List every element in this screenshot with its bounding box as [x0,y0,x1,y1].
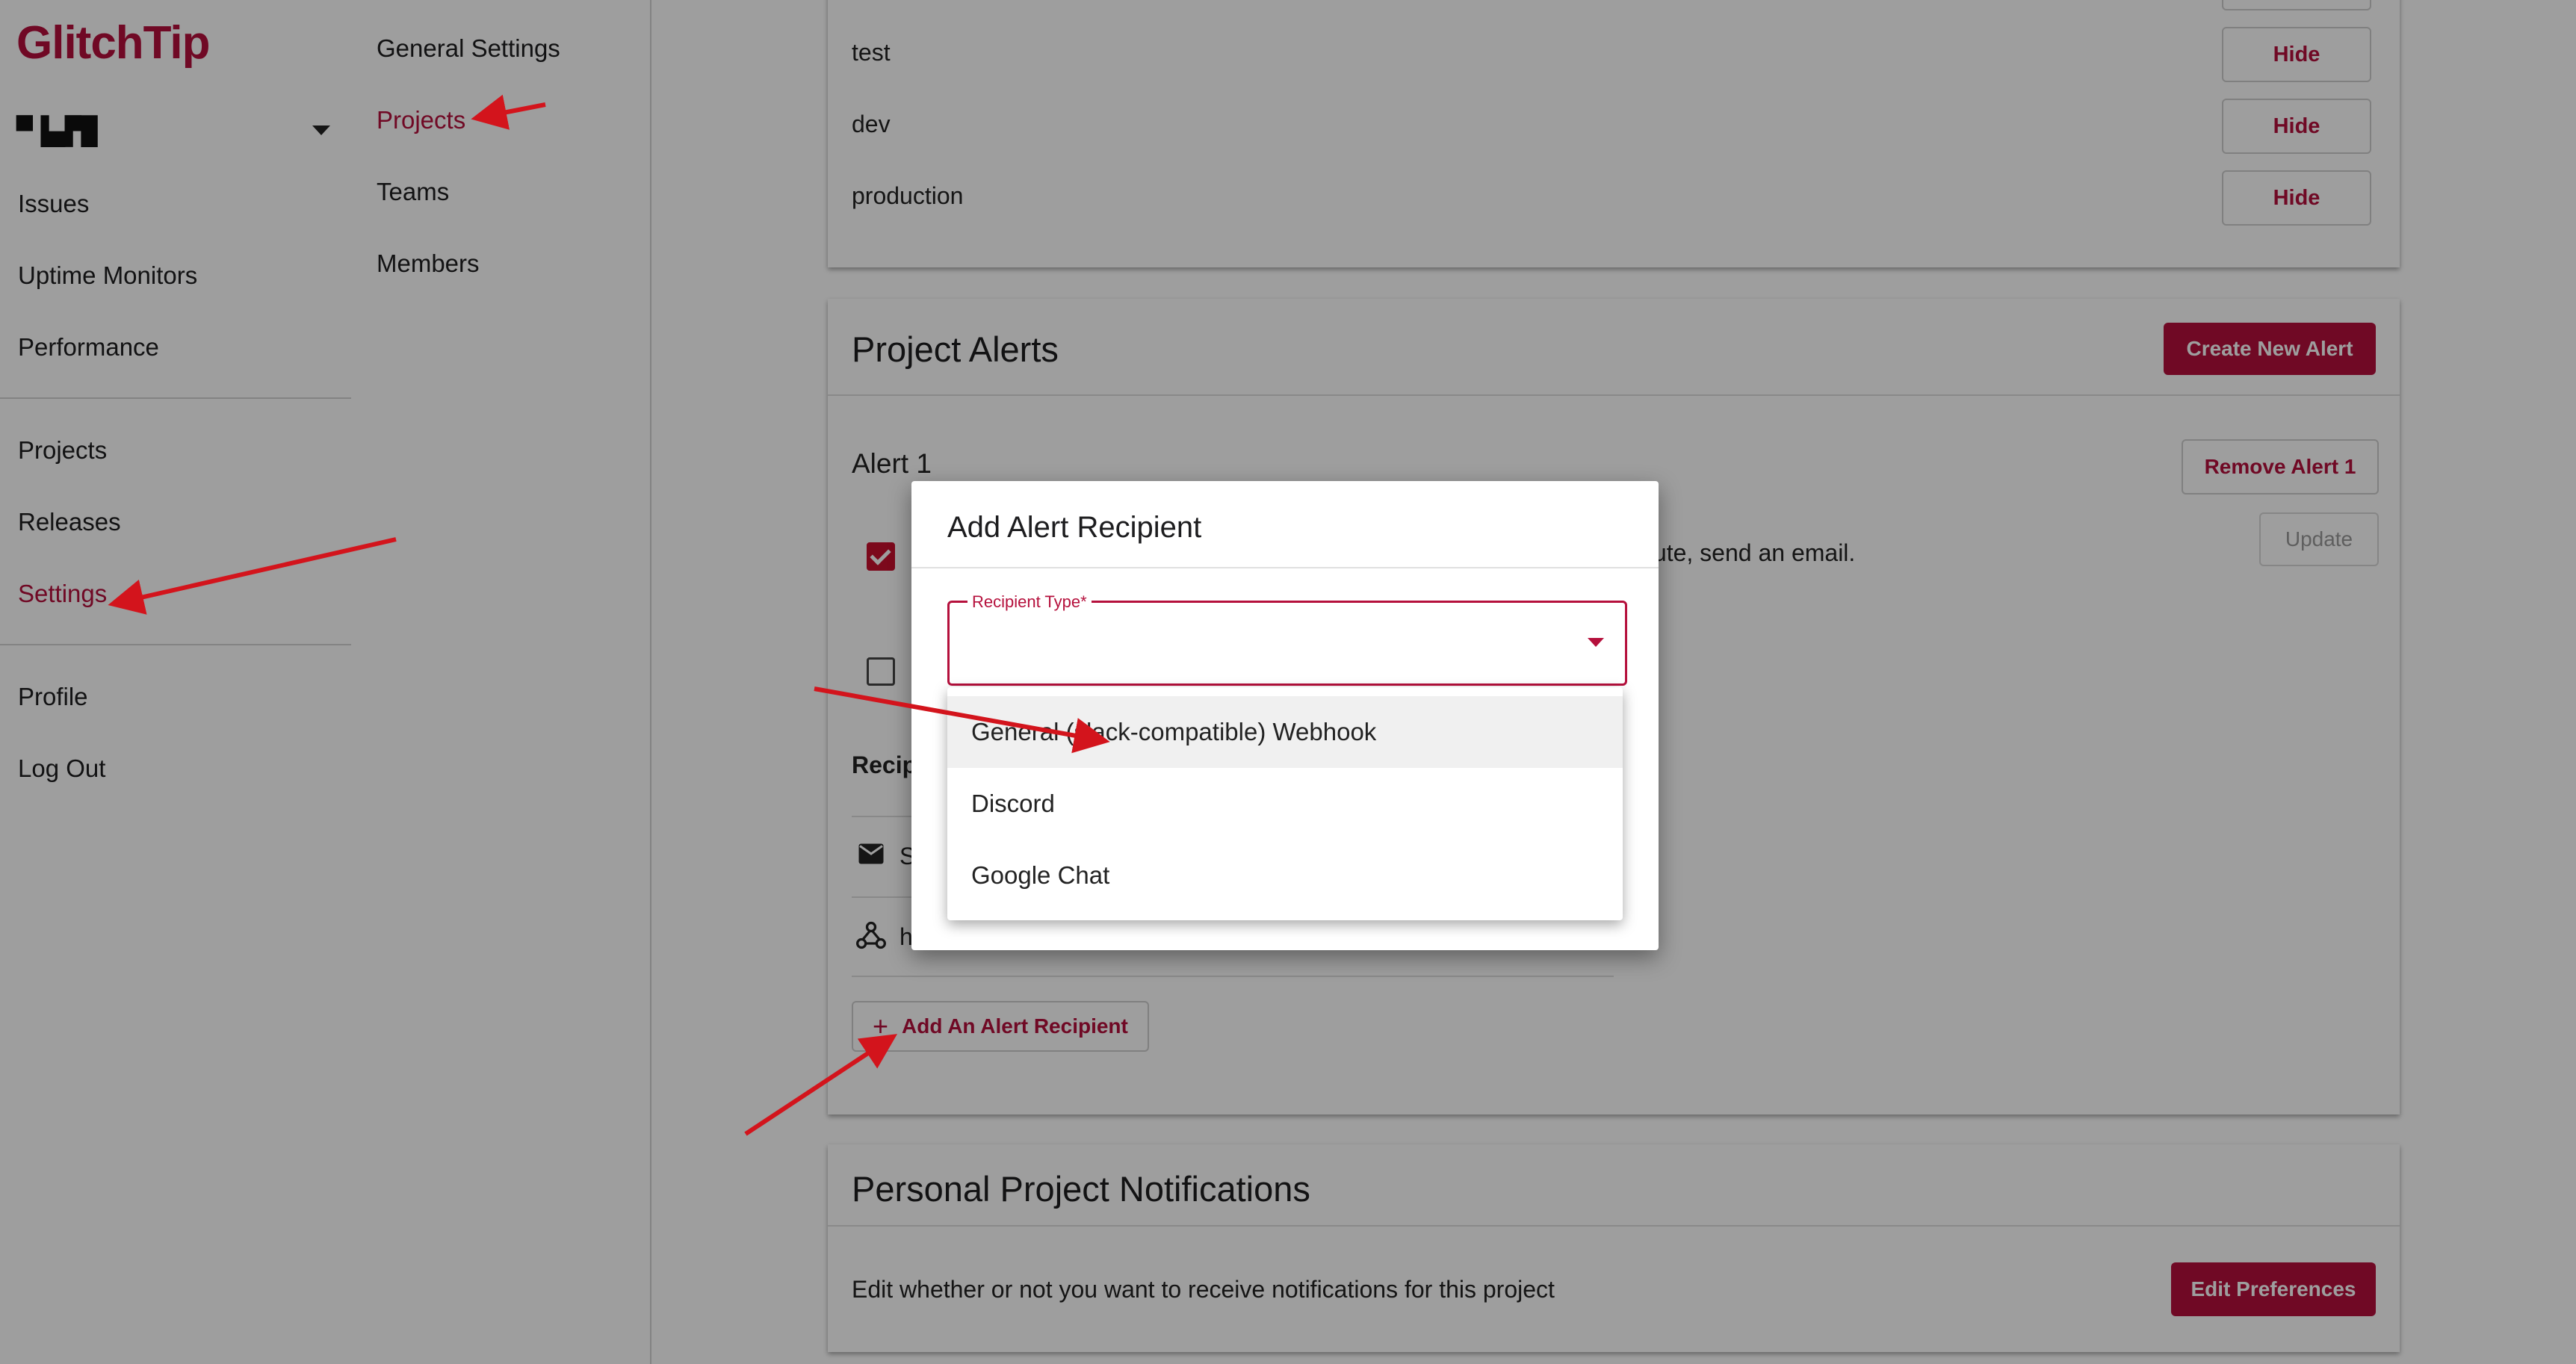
option-discord[interactable]: Discord [947,768,1623,840]
recipient-type-label: Recipient Type* [967,592,1092,612]
option-general-webhook[interactable]: General (slack-compatible) Webhook [947,696,1623,768]
dropdown-caret-icon [1588,638,1604,647]
dialog-title: Add Alert Recipient [947,511,1202,544]
recipient-type-options: General (slack-compatible) Webhook Disco… [947,687,1623,920]
recipient-type-select[interactable]: Recipient Type* [947,592,1627,686]
option-google-chat[interactable]: Google Chat [947,840,1623,911]
dialog-divider [911,567,1659,568]
